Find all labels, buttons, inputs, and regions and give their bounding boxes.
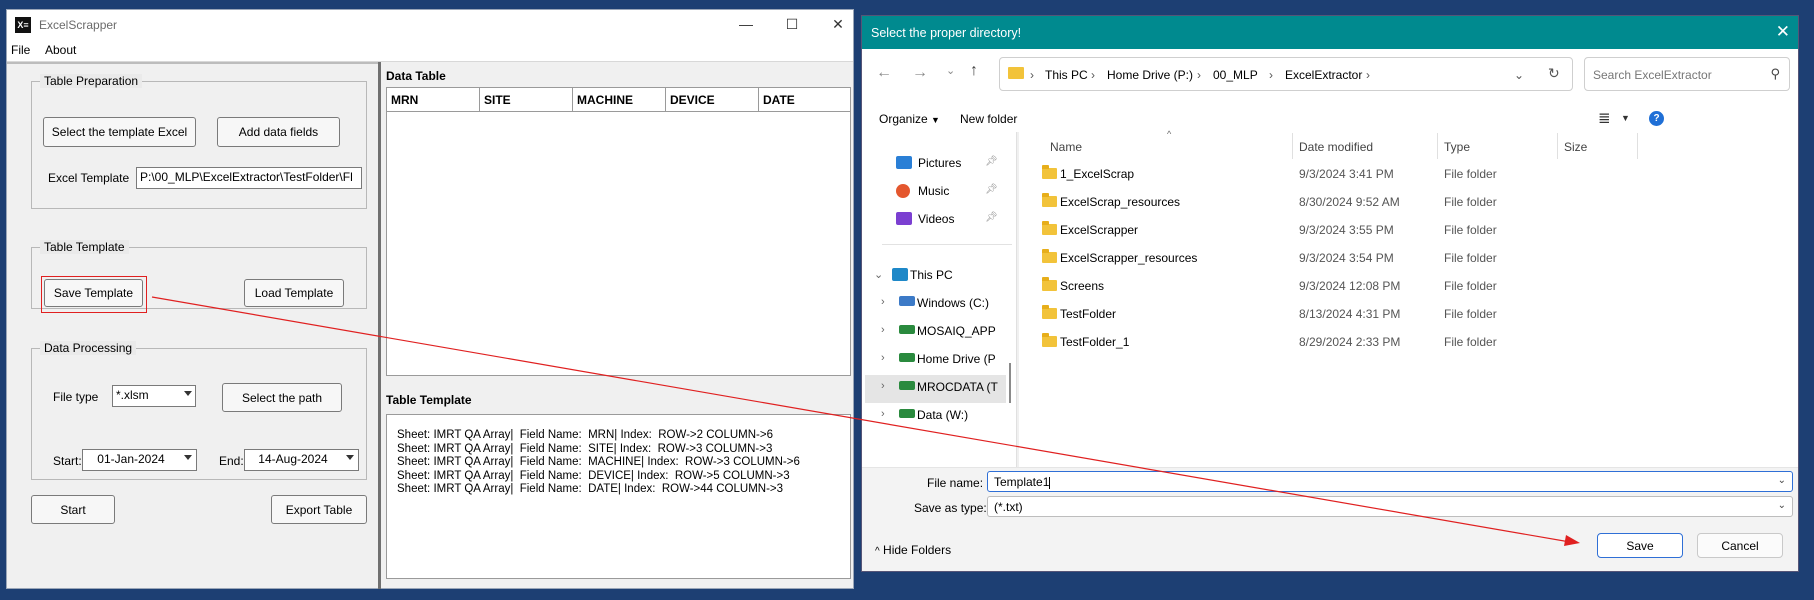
annotation-arrow xyxy=(151,296,1580,546)
annotation-arrow-line xyxy=(151,296,1571,543)
annotation-arrow-head xyxy=(1564,535,1580,546)
